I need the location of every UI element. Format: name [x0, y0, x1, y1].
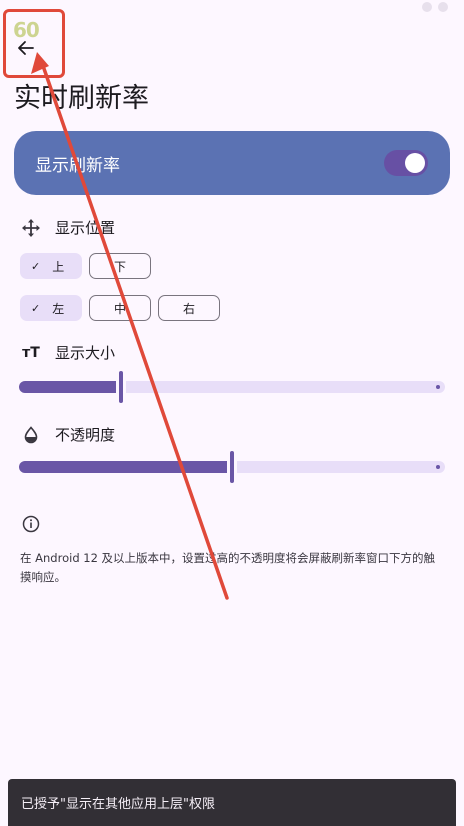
check-icon: ✓ — [31, 301, 41, 315]
chip-bottom[interactable]: 下 — [89, 253, 151, 279]
info-text: 在 Android 12 及以上版本中，设置过高的不透明度将会屏蔽刷新率窗口下方… — [20, 551, 436, 584]
battery-icon — [438, 2, 448, 12]
size-slider[interactable] — [19, 371, 445, 403]
chip-center-label: 中 — [113, 301, 126, 316]
page-title: 实时刷新率 — [14, 83, 149, 114]
size-section-header: ᴛT 显示大小 — [20, 342, 115, 363]
size-section-label: 显示大小 — [55, 344, 116, 362]
slider-handle[interactable] — [119, 371, 123, 403]
slider-inactive-track — [126, 381, 445, 393]
slider-active-track — [19, 461, 227, 473]
move-icon — [20, 218, 42, 237]
chip-right[interactable]: 右 — [158, 295, 220, 321]
opacity-section-label: 不透明度 — [55, 426, 116, 444]
opacity-drop-icon — [20, 425, 42, 444]
slider-end-stop — [436, 465, 440, 469]
chip-right-label: 右 — [182, 301, 195, 316]
wifi-icon — [422, 2, 432, 12]
opacity-section-header: 不透明度 — [20, 424, 115, 445]
annotation-arrow — [31, 52, 229, 600]
status-bar-icons — [422, 2, 448, 12]
annotation-highlight-box — [3, 9, 65, 78]
chip-top[interactable]: ✓ 上 — [20, 253, 82, 279]
slider-end-stop — [436, 385, 440, 389]
slider-inactive-track — [237, 461, 445, 473]
info-icon — [22, 515, 40, 533]
snackbar-text: 已授予"显示在其他应用上层"权限 — [21, 797, 215, 812]
toggle-label: 显示刷新率 — [35, 155, 120, 176]
show-refresh-rate-switch[interactable] — [384, 150, 428, 176]
chip-bottom-label: 下 — [113, 259, 126, 274]
chip-left[interactable]: ✓ 左 — [20, 295, 82, 321]
position-section-header: 显示位置 — [20, 217, 115, 238]
slider-handle[interactable] — [230, 451, 234, 483]
chip-top-label: 上 — [52, 259, 65, 274]
show-refresh-rate-toggle-card[interactable]: 显示刷新率 — [14, 131, 450, 195]
text-size-icon: ᴛT — [22, 344, 40, 361]
check-icon: ✓ — [31, 259, 41, 273]
slider-active-track — [19, 381, 116, 393]
snackbar: 已授予"显示在其他应用上层"权限 — [8, 779, 456, 826]
chip-center[interactable]: 中 — [89, 295, 151, 321]
chip-left-label: 左 — [52, 301, 65, 316]
switch-knob — [405, 153, 425, 173]
opacity-slider[interactable] — [19, 451, 445, 483]
position-section-label: 显示位置 — [55, 219, 116, 237]
